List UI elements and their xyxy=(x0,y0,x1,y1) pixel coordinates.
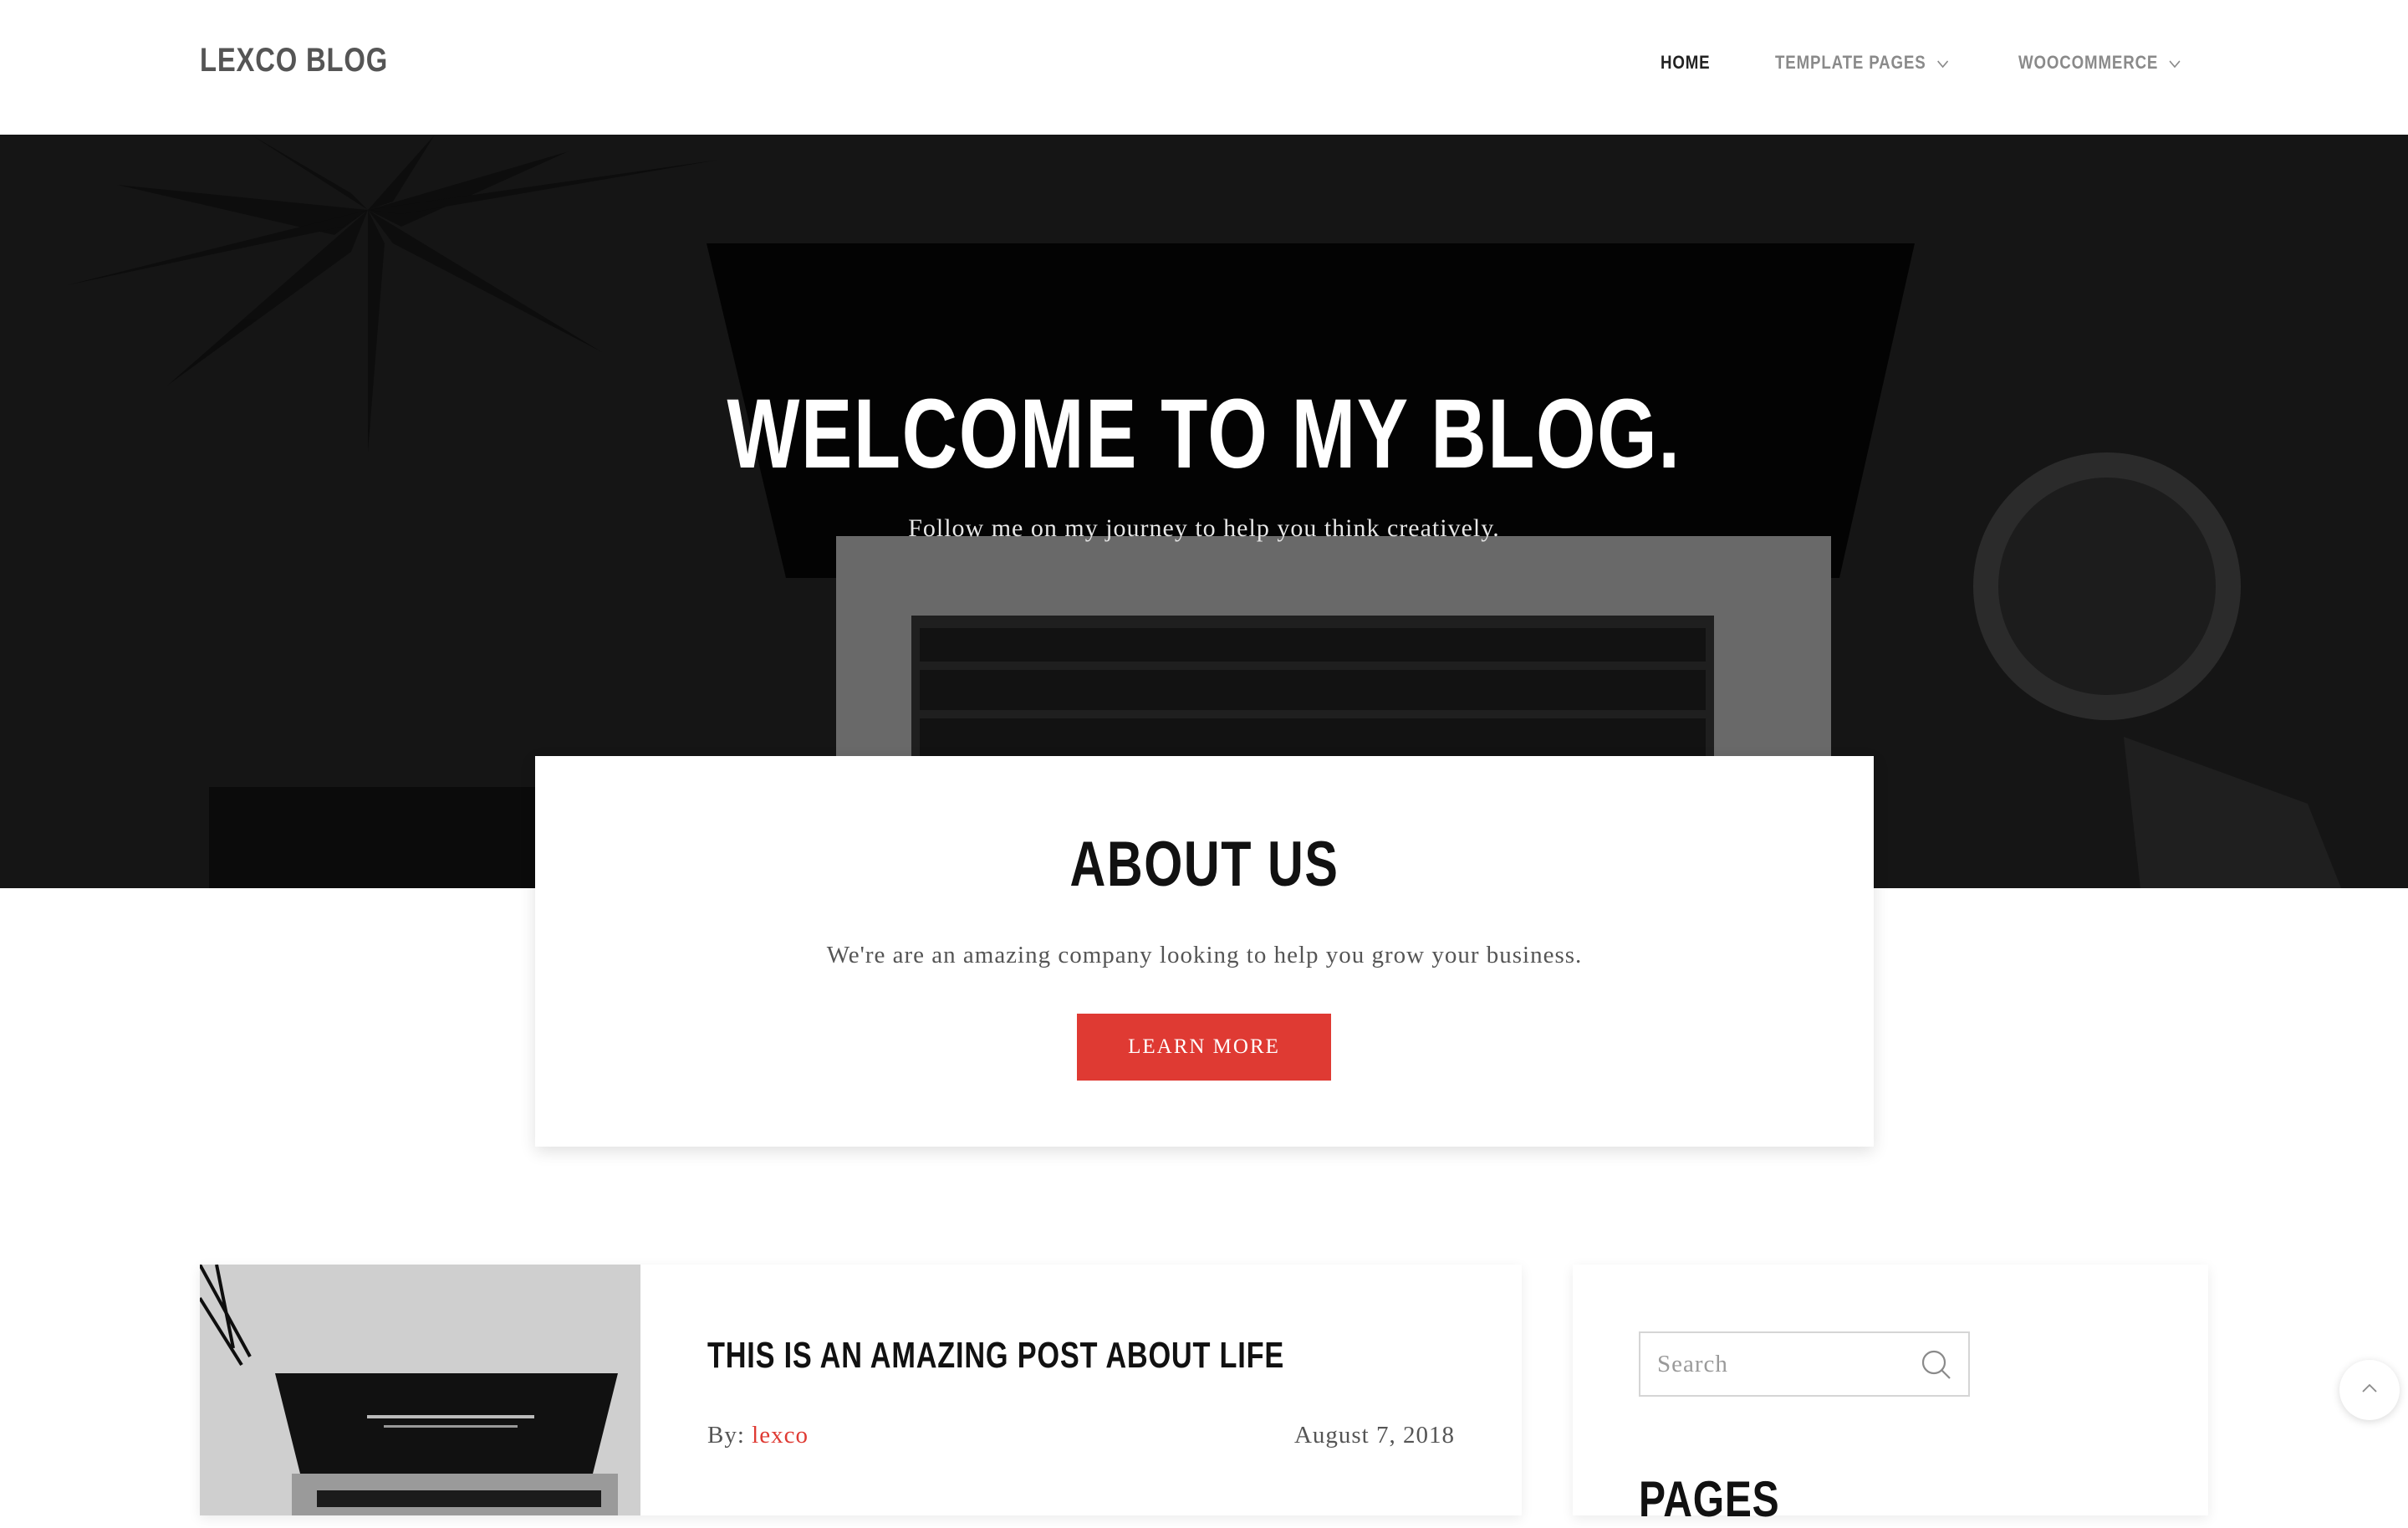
about-card: ABOUT US We're are an amazing company lo… xyxy=(535,756,1874,1147)
search-icon[interactable] xyxy=(1920,1348,1953,1382)
chevron-up-icon xyxy=(2360,1378,2380,1403)
about-title: ABOUT US xyxy=(1069,829,1339,900)
post-date: August 7, 2018 xyxy=(1293,1422,1455,1449)
nav-item-label: WOOCOMMERCE xyxy=(2018,52,2159,73)
chevron-down-icon xyxy=(1936,57,1948,70)
post-thumbnail-image xyxy=(200,1265,640,1515)
chevron-down-icon xyxy=(2169,57,2181,70)
post-card[interactable]: THIS IS AN AMAZING POST ABOUT LIFE By: l… xyxy=(200,1265,1522,1515)
post-title[interactable]: THIS IS AN AMAZING POST ABOUT LIFE xyxy=(707,1335,1284,1377)
post-by-label: By: xyxy=(707,1422,745,1449)
learn-more-button[interactable]: LEARN MORE xyxy=(1077,1014,1331,1081)
nav-item-woocommerce[interactable]: WOOCOMMERCE xyxy=(2018,52,2181,74)
search-box xyxy=(1639,1331,1970,1397)
site-brand[interactable]: LEXCO BLOG xyxy=(200,42,388,79)
sidebar-pages-title: PAGES xyxy=(1639,1471,1780,1527)
post-thumbnail[interactable] xyxy=(200,1265,640,1515)
sidebar: PAGES xyxy=(1573,1265,2208,1527)
about-text: We're are an amazing company looking to … xyxy=(826,942,1583,968)
nav-item-label: TEMPLATE PAGES xyxy=(1775,52,1926,73)
site-header: LEXCO BLOG HOME TEMPLATE PAGES WOOCOMMER… xyxy=(0,0,2408,135)
post-author-link[interactable]: lexco xyxy=(752,1422,809,1449)
nav-item-template-pages[interactable]: TEMPLATE PAGES xyxy=(1775,52,1948,74)
scroll-to-top-button[interactable] xyxy=(2339,1360,2400,1420)
post-byline: By: lexco xyxy=(707,1422,809,1449)
search-input[interactable] xyxy=(1640,1333,1916,1395)
hero-title: WELCOME TO MY BLOG. xyxy=(727,379,1681,489)
nav-item-home[interactable]: HOME xyxy=(1661,52,1711,74)
hero-subtitle: Follow me on my journey to help you thin… xyxy=(908,514,1500,542)
